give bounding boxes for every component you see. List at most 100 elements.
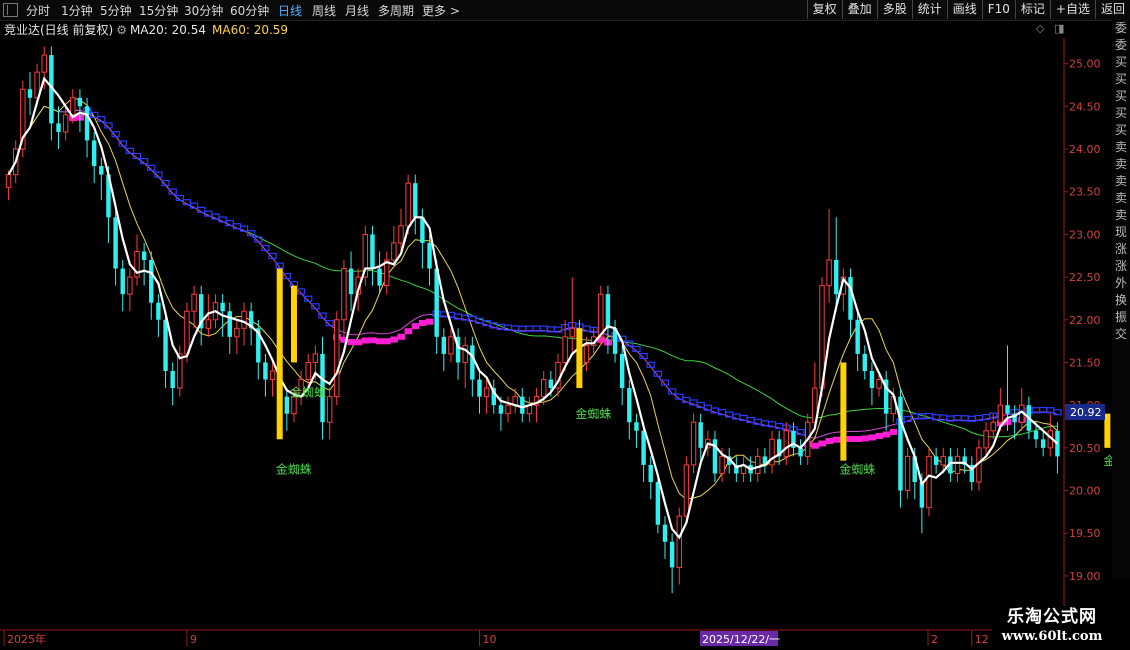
period-tab-1min[interactable]: 1分钟 xyxy=(61,2,93,19)
kline-chart[interactable]: 25.00 24.50 24.00 23.50 23.00 22.50 22.00 21.50… xyxy=(0,38,1112,650)
panel-toggle-icon[interactable]: ◨ xyxy=(1054,22,1064,35)
candle-body-up[interactable] xyxy=(540,379,547,398)
period-tab-weekly[interactable]: 周线 xyxy=(312,2,336,19)
gear-icon[interactable]: ⚙ xyxy=(116,23,127,37)
candle-body-down[interactable] xyxy=(113,217,118,269)
candle-body-down[interactable] xyxy=(798,447,803,457)
candle-body-up[interactable] xyxy=(690,421,697,466)
candle-body-down[interactable] xyxy=(163,319,168,371)
candle-body-down[interactable] xyxy=(933,456,939,465)
candle-body-up[interactable] xyxy=(598,293,604,338)
candle-body-up[interactable] xyxy=(341,268,347,321)
period-tab-30min[interactable]: 30分钟 xyxy=(184,2,223,19)
candle-body-down[interactable] xyxy=(862,353,867,371)
period-tab-fenshi[interactable]: 分时 xyxy=(26,2,50,19)
candle-body-down[interactable] xyxy=(619,353,625,389)
candle-body-down[interactable] xyxy=(413,183,418,218)
period-tab-15min[interactable]: 15分钟 xyxy=(139,2,178,19)
candle-body-down[interactable] xyxy=(227,311,232,337)
candle-body-down[interactable] xyxy=(1040,439,1046,448)
candle-body-down[interactable] xyxy=(427,242,432,269)
candle-body-down[interactable] xyxy=(1005,405,1010,414)
candle-body-up[interactable] xyxy=(569,327,575,338)
candle-body-up[interactable] xyxy=(954,455,961,474)
candle-body-up[interactable] xyxy=(312,353,319,363)
candle-body-up[interactable] xyxy=(205,319,212,329)
candle-body-down[interactable] xyxy=(634,422,639,431)
candle-body-up[interactable] xyxy=(826,259,832,287)
mark-button[interactable]: 标记 xyxy=(1014,0,1050,19)
candle-body-down[interactable] xyxy=(370,234,375,269)
candle-body-up[interactable] xyxy=(505,404,511,415)
candle-body-down[interactable] xyxy=(627,388,632,423)
candle-body-up[interactable] xyxy=(398,225,404,244)
candle-body-down[interactable] xyxy=(669,541,675,568)
candle-body-down[interactable] xyxy=(648,464,653,482)
candle-body-up[interactable] xyxy=(990,421,996,432)
candle-body-down[interactable] xyxy=(120,268,125,295)
candle-body-down[interactable] xyxy=(99,166,104,175)
stock-title[interactable]: 竞业达(日线 前复权) xyxy=(4,23,113,37)
candle-body-down[interactable] xyxy=(1033,430,1039,440)
candle-body-up[interactable] xyxy=(62,114,69,133)
candle-body-up[interactable] xyxy=(241,310,247,329)
candle-body-down[interactable] xyxy=(848,277,853,320)
candle-body-up[interactable] xyxy=(583,344,590,363)
candle-body-up[interactable] xyxy=(234,327,240,338)
candle-body-up[interactable] xyxy=(405,182,411,227)
candle-body-up[interactable] xyxy=(940,455,946,466)
candle-body-up[interactable] xyxy=(926,455,932,509)
candle-body-down[interactable] xyxy=(84,106,90,141)
candle-body-up[interactable] xyxy=(70,97,76,116)
add-watchlist-button[interactable]: +自选 xyxy=(1049,0,1095,19)
period-tab-60min[interactable]: 60分钟 xyxy=(230,2,269,19)
candle-body-down[interactable] xyxy=(605,294,611,329)
candle-body-down[interactable] xyxy=(27,89,33,98)
candle-body-down[interactable] xyxy=(220,302,225,312)
candle-body-down[interactable] xyxy=(869,371,875,389)
candle-body-down[interactable] xyxy=(477,379,482,397)
candle-body-down[interactable] xyxy=(284,396,290,414)
candle-body-down[interactable] xyxy=(662,524,668,542)
signal-bar[interactable] xyxy=(290,285,297,363)
candle-body-up[interactable] xyxy=(191,293,197,312)
signal-bar[interactable] xyxy=(1104,413,1111,448)
candle-body-down[interactable] xyxy=(698,422,703,448)
candle-body-down[interactable] xyxy=(348,268,354,295)
period-tab-more[interactable]: 更多 > xyxy=(422,2,460,19)
candle-body-down[interactable] xyxy=(77,97,83,107)
candle-body-up[interactable] xyxy=(719,455,725,474)
candle-body-up[interactable] xyxy=(41,54,47,73)
candle-body-up[interactable] xyxy=(483,387,490,398)
period-tab-multi[interactable]: 多周期 xyxy=(378,2,414,19)
multi-stock-button[interactable]: 多股 xyxy=(876,0,912,19)
candle-body-down[interactable] xyxy=(141,251,147,260)
period-tab-5min[interactable]: 5分钟 xyxy=(100,2,132,19)
candle-body-up[interactable] xyxy=(305,361,311,381)
signal-bar[interactable] xyxy=(576,328,583,389)
fuquan-button[interactable]: 复权 xyxy=(806,0,842,19)
candle-body-down[interactable] xyxy=(441,336,447,354)
candle-body-down[interactable] xyxy=(470,345,475,380)
candle-body-up[interactable] xyxy=(676,515,682,568)
candle-body-up[interactable] xyxy=(184,310,190,355)
signal-bar[interactable] xyxy=(840,362,847,461)
candle-body-up[interactable] xyxy=(391,242,397,261)
overlay-button[interactable]: 叠加 xyxy=(841,0,877,19)
candle-body-down[interactable] xyxy=(655,482,661,525)
period-tab-daily[interactable]: 日线 xyxy=(278,2,302,19)
candle-body-down[interactable] xyxy=(498,405,504,414)
candle-body-down[interactable] xyxy=(548,379,554,389)
candle-body-up[interactable] xyxy=(876,379,882,389)
candle-body-down[interactable] xyxy=(156,302,161,320)
signal-bar[interactable] xyxy=(276,268,283,440)
candle-body-up[interactable] xyxy=(997,404,1004,423)
candle-body-down[interactable] xyxy=(520,396,525,414)
candle-body-down[interactable] xyxy=(263,362,268,380)
f10-button[interactable]: F10 xyxy=(981,0,1015,19)
candle-body-down[interactable] xyxy=(56,123,61,132)
candle-body-up[interactable] xyxy=(5,174,12,188)
candle-body-down[interactable] xyxy=(377,268,382,286)
back-button[interactable]: 返回 xyxy=(1094,0,1130,19)
stats-button[interactable]: 统计 xyxy=(911,0,947,19)
